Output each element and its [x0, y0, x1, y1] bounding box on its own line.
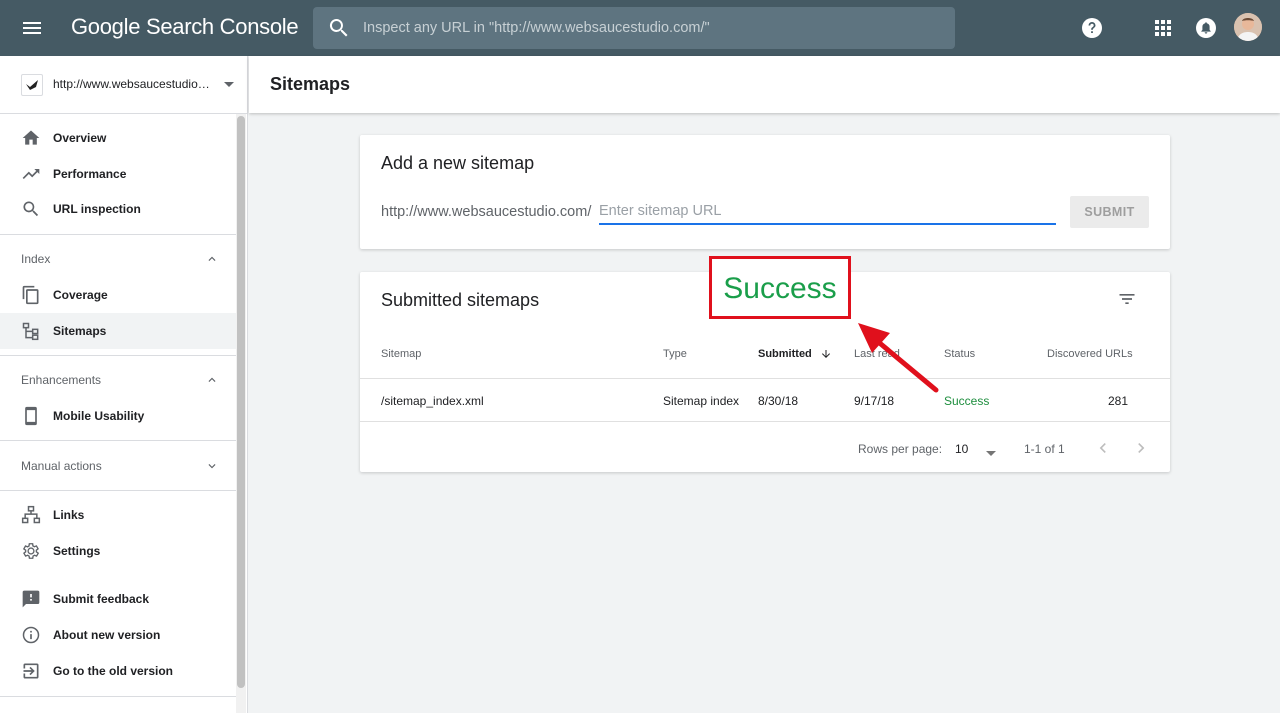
section-label: Enhancements: [21, 373, 102, 387]
annotation-callout: Success: [709, 256, 851, 319]
sitemap-url-prefix: http://www.websaucestudio.com/: [381, 204, 592, 220]
chevron-down-icon: [224, 82, 234, 87]
column-header-sitemap[interactable]: Sitemap: [381, 348, 421, 360]
sitemap-icon: [21, 321, 41, 341]
annotation-text: Success: [723, 272, 837, 305]
add-sitemap-title: Add a new sitemap: [381, 153, 535, 173]
nav-old-version[interactable]: Go to the old version: [0, 653, 236, 689]
column-label: Submitted: [758, 348, 812, 360]
nav-submit-feedback[interactable]: Submit feedback: [0, 581, 236, 617]
nav-performance[interactable]: Performance: [0, 156, 236, 192]
sidebar: http://www.websaucestudio.com/ Overview …: [0, 56, 248, 713]
chevron-down-icon: [205, 459, 219, 473]
nav-label: Submit feedback: [53, 592, 150, 606]
sitemap-url-input[interactable]: [599, 199, 1056, 225]
links-icon: [21, 505, 41, 525]
rows-per-page-select[interactable]: 10: [955, 442, 996, 456]
annotation-arrow-icon: [858, 323, 939, 393]
nav-links[interactable]: Links: [0, 497, 236, 533]
chevron-up-icon: [205, 373, 219, 387]
section-index-header[interactable]: Index: [0, 241, 236, 277]
exit-icon: [21, 661, 41, 681]
nav-label: Links: [53, 508, 85, 522]
search-icon: [21, 199, 41, 219]
search-icon: [327, 16, 351, 40]
nav-label: Sitemaps: [53, 324, 107, 338]
nav-label: Settings: [53, 544, 101, 558]
column-header-status[interactable]: Status: [944, 348, 975, 360]
filter-icon[interactable]: [1117, 289, 1137, 309]
nav-label: Performance: [53, 167, 127, 181]
divider: [0, 440, 236, 441]
search-input[interactable]: [363, 7, 943, 49]
top-app-bar: Google Search Console: [0, 0, 1280, 56]
section-enhancements-header[interactable]: Enhancements: [0, 362, 236, 398]
section-manual-actions-header[interactable]: Manual actions: [0, 448, 236, 484]
page-header: Sitemaps: [249, 56, 1280, 113]
apps-grid-icon[interactable]: [1151, 16, 1175, 40]
column-header-submitted[interactable]: Submitted: [758, 348, 832, 363]
cell-submitted: 8/30/18: [758, 394, 799, 408]
menu-icon[interactable]: [20, 16, 44, 40]
gear-icon: [21, 541, 41, 561]
property-url: http://www.websaucestudio.com/: [53, 77, 211, 91]
submitted-sitemaps-title: Submitted sitemaps: [381, 290, 540, 310]
property-selector[interactable]: http://www.websaucestudio.com/: [0, 56, 248, 114]
nav-mobile-usability[interactable]: Mobile Usability: [0, 398, 236, 434]
section-label: Index: [21, 252, 51, 266]
cell-discovered-urls: 281: [1107, 394, 1128, 408]
sidebar-scrollbar-thumb[interactable]: [237, 116, 245, 688]
section-label: Manual actions: [21, 459, 102, 473]
nav-about-new-version[interactable]: About new version: [0, 617, 236, 653]
cell-status: Success: [944, 394, 990, 408]
home-icon: [21, 128, 41, 148]
nav-coverage[interactable]: Coverage: [0, 277, 236, 313]
divider: [0, 234, 236, 235]
feedback-icon: [21, 589, 41, 609]
nav-label: Go to the old version: [53, 664, 174, 678]
page-range: 1-1 of 1: [1024, 442, 1065, 456]
column-header-discovered-urls[interactable]: Discovered URLs: [1047, 348, 1133, 360]
nav-label: URL inspection: [53, 202, 141, 216]
nav-label: Mobile Usability: [53, 409, 145, 423]
prev-page-icon[interactable]: [1093, 438, 1113, 458]
nav-url-inspection[interactable]: URL inspection: [0, 191, 236, 227]
cell-last-read: 9/17/18: [854, 394, 895, 408]
notifications-icon[interactable]: [1194, 16, 1218, 40]
nav-settings[interactable]: Settings: [0, 533, 236, 569]
property-favicon: [21, 74, 43, 96]
help-icon[interactable]: [1080, 16, 1104, 40]
user-avatar[interactable]: [1234, 13, 1262, 41]
rows-per-page-label: Rows per page:: [858, 442, 943, 456]
column-header-type[interactable]: Type: [663, 348, 687, 360]
cell-sitemap: /sitemap_index.xml: [381, 394, 484, 408]
page-title: Sitemaps: [270, 74, 351, 94]
cell-type: Sitemap index: [663, 394, 740, 408]
divider: [0, 696, 236, 697]
divider: [0, 490, 236, 491]
next-page-icon[interactable]: [1131, 438, 1151, 458]
table-row[interactable]: /sitemap_index.xml Sitemap index 8/30/18…: [360, 378, 1170, 422]
trending-up-icon: [21, 164, 41, 184]
app-logo[interactable]: Google Search Console: [71, 14, 299, 40]
arrow-down-icon: [820, 348, 832, 363]
nav-label: About new version: [53, 628, 161, 642]
url-inspect-search[interactable]: [313, 7, 955, 49]
chevron-down-icon: [985, 451, 996, 456]
nav-sitemaps[interactable]: Sitemaps: [0, 313, 236, 349]
nav-label: Coverage: [53, 288, 108, 302]
nav-label: Overview: [53, 131, 107, 145]
chevron-up-icon: [205, 252, 219, 266]
smartphone-icon: [21, 406, 41, 426]
coverage-icon: [21, 285, 41, 305]
rows-per-page-value: 10: [955, 442, 969, 456]
submit-button[interactable]: SUBMIT: [1070, 196, 1149, 228]
nav-overview[interactable]: Overview: [0, 120, 236, 156]
divider: [0, 355, 236, 356]
add-sitemap-card: Add a new sitemap http://www.websaucestu…: [360, 135, 1170, 249]
info-icon: [21, 625, 41, 645]
